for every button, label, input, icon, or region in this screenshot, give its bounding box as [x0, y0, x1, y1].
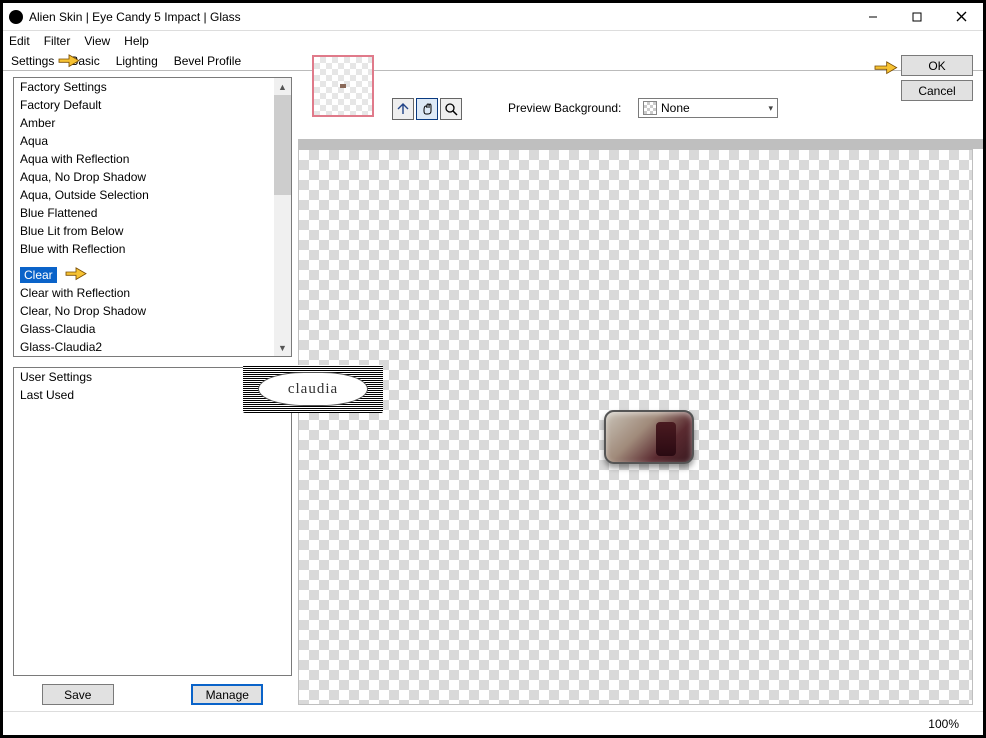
- statusbar: 100%: [3, 711, 983, 735]
- preview-thumbnail[interactable]: [312, 55, 374, 117]
- checker-swatch-icon: [643, 101, 657, 115]
- menu-edit[interactable]: Edit: [9, 34, 30, 48]
- list-item[interactable]: Last Used: [14, 386, 274, 404]
- preview-toolbar: Preview Background: None ▾ OK Cancel: [298, 71, 983, 139]
- thumbnail-content: [340, 84, 346, 88]
- main-area: Factory Settings Factory Default Amber A…: [3, 71, 983, 711]
- list-item[interactable]: Factory Default: [14, 96, 274, 114]
- watermark-label: claudia: [258, 372, 368, 406]
- save-button[interactable]: Save: [42, 684, 114, 705]
- menu-help[interactable]: Help: [124, 34, 149, 48]
- tabbar: Settings Basic Lighting Bevel Profile: [3, 51, 983, 71]
- menu-filter[interactable]: Filter: [44, 34, 71, 48]
- minimize-button[interactable]: [851, 4, 895, 30]
- preview-divider: [298, 139, 983, 149]
- pointer-icon: [871, 56, 899, 76]
- menu-view[interactable]: View: [84, 34, 110, 48]
- save-manage-row: Save Manage: [13, 676, 292, 705]
- list-item[interactable]: Blue with Reflection: [14, 240, 274, 258]
- app-icon: [9, 10, 23, 24]
- preview-area[interactable]: [298, 149, 973, 705]
- menubar: Edit Filter View Help: [3, 31, 983, 51]
- list-item[interactable]: Glass-Claudia2: [14, 338, 274, 356]
- scrollbar[interactable]: ▲ ▼: [274, 78, 291, 356]
- window-title: Alien Skin | Eye Candy 5 Impact | Glass: [29, 10, 851, 24]
- titlebar: Alien Skin | Eye Candy 5 Impact | Glass: [3, 3, 983, 31]
- list-item[interactable]: Clear, No Drop Shadow: [14, 302, 274, 320]
- preview-object: [604, 410, 694, 464]
- close-button[interactable]: [939, 4, 983, 30]
- tab-lighting[interactable]: Lighting: [114, 52, 160, 70]
- tab-basic[interactable]: Basic: [68, 52, 101, 70]
- preview-bg-label: Preview Background:: [508, 101, 621, 115]
- preview-bg-select[interactable]: None ▾: [638, 98, 778, 118]
- window-controls: [851, 4, 983, 30]
- list-item[interactable]: Clear with Reflection: [14, 284, 274, 302]
- scroll-down-icon[interactable]: ▼: [274, 339, 291, 356]
- zoom-level: 100%: [928, 717, 959, 731]
- list-item[interactable]: Blue Lit from Below: [14, 222, 274, 240]
- manage-button[interactable]: Manage: [191, 684, 263, 705]
- tab-bevel-profile[interactable]: Bevel Profile: [172, 52, 243, 70]
- navigate-tool-icon[interactable]: [392, 98, 414, 120]
- preview-pane: Preview Background: None ▾ OK Cancel: [298, 71, 983, 711]
- factory-list-header: Factory Settings: [14, 78, 274, 96]
- zoom-tool-icon[interactable]: [440, 98, 462, 120]
- list-item[interactable]: User Settings: [14, 368, 274, 386]
- preview-bg-value: None: [661, 101, 690, 115]
- watermark: claudia: [243, 365, 383, 413]
- tab-settings[interactable]: Settings: [9, 52, 56, 70]
- list-item[interactable]: Amber: [14, 114, 274, 132]
- pointer-icon: [62, 262, 90, 282]
- chevron-down-icon: ▾: [768, 103, 773, 114]
- cancel-button[interactable]: Cancel: [901, 80, 973, 101]
- factory-settings-list[interactable]: Factory Settings Factory Default Amber A…: [13, 77, 292, 357]
- hand-tool-icon[interactable]: [416, 98, 438, 120]
- list-item[interactable]: Glass-Claudia: [14, 320, 274, 338]
- list-item-selected[interactable]: Clear: [20, 267, 57, 283]
- list-item[interactable]: Aqua, Outside Selection: [14, 186, 274, 204]
- list-item[interactable]: Blue Flattened: [14, 204, 274, 222]
- list-item[interactable]: Aqua with Reflection: [14, 150, 274, 168]
- list-item[interactable]: Aqua: [14, 132, 274, 150]
- scroll-thumb[interactable]: [274, 95, 291, 195]
- scroll-up-icon[interactable]: ▲: [274, 78, 291, 95]
- maximize-button[interactable]: [895, 4, 939, 30]
- list-item[interactable]: Aqua, No Drop Shadow: [14, 168, 274, 186]
- ok-button[interactable]: OK: [901, 55, 973, 76]
- user-settings-list[interactable]: User Settings Last Used: [13, 367, 292, 676]
